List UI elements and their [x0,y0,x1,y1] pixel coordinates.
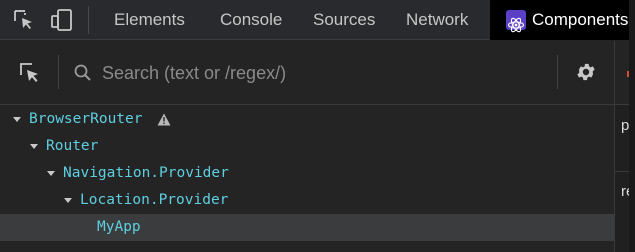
expand-caret-icon[interactable] [64,198,72,203]
react-logo-icon [506,10,526,33]
tab-sources[interactable]: Sources [313,0,375,40]
side-pane-text-2: re [621,183,629,200]
tab-bar-divider [88,6,89,34]
tab-console[interactable]: Console [220,0,282,40]
tab-network[interactable]: Network [406,0,468,40]
tree-node-label: Location.Provider [80,192,229,208]
select-component-icon[interactable] [18,61,42,85]
tree-node-router[interactable]: Router [0,133,614,160]
tab-components-label: Components [532,10,629,29]
tree-node-myapp[interactable]: MyApp [0,214,614,241]
window-right-edge [629,0,635,252]
component-tree: BrowserRouter Router Navigation.Provider… [0,106,614,252]
tree-node-label: Router [46,138,99,154]
component-search-input[interactable] [102,57,542,89]
tree-node-label: BrowserRouter [29,111,143,127]
warning-icon [157,113,171,126]
search-icon [74,64,91,81]
react-devtools-window: Elements Console Sources Network Compone… [0,0,635,252]
expand-caret-icon[interactable] [30,144,38,149]
devtools-tab-bar: Elements Console Sources Network Compone… [0,0,635,40]
side-pane-divider [615,171,629,172]
tab-components[interactable]: Components [490,0,629,40]
components-toolbar [0,41,614,105]
device-toolbar-icon[interactable] [50,8,74,32]
tree-node-location-provider[interactable]: Location.Provider [0,187,614,214]
tree-node-navigation-provider[interactable]: Navigation.Provider [0,160,614,187]
settings-gear-icon[interactable] [575,61,597,83]
tab-elements[interactable]: Elements [114,0,185,40]
toolbar-divider-right [557,55,558,89]
tree-node-browserrouter[interactable]: BrowserRouter [0,106,614,133]
toolbar-divider [58,55,59,89]
side-pane-header [615,41,629,105]
expand-caret-icon[interactable] [47,171,55,176]
side-pane-text-1: pr [621,117,629,134]
expand-caret-icon[interactable] [13,117,21,122]
inspect-element-icon[interactable] [12,8,36,32]
props-side-pane: pr re [614,41,629,252]
tree-node-label: MyApp [97,219,141,235]
tree-node-label: Navigation.Provider [63,165,229,181]
